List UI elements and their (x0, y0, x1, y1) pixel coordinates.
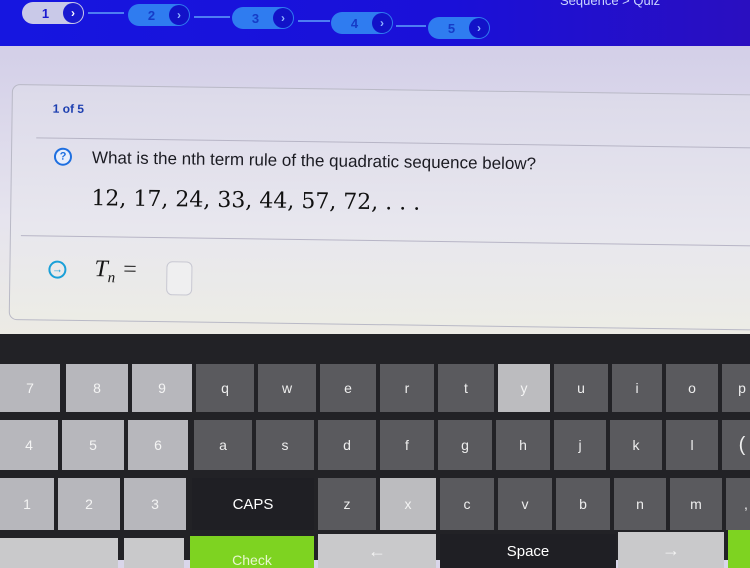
key-j[interactable]: j (554, 420, 606, 470)
key-blank-left[interactable] (0, 538, 118, 568)
caps-lock-key[interactable]: CAPS (192, 478, 314, 530)
key-t[interactable]: t (438, 364, 494, 412)
step-3[interactable]: 3 › (232, 7, 294, 29)
step-5[interactable]: 5 › (428, 17, 490, 39)
space-key[interactable]: Space (440, 534, 616, 568)
answer-label: Tn = (94, 256, 137, 287)
question-prompt: What is the nth term rule of the quadrat… (91, 148, 537, 174)
key-w[interactable]: w (258, 364, 316, 412)
term-symbol: T (94, 256, 108, 283)
key-3[interactable]: 3 (124, 478, 186, 530)
key-s[interactable]: s (256, 420, 314, 470)
key-i[interactable]: i (612, 364, 662, 412)
equals-sign: = (123, 256, 138, 283)
key-u[interactable]: u (554, 364, 608, 412)
key-h[interactable]: h (496, 420, 550, 470)
key-blank[interactable] (124, 538, 184, 568)
step-4[interactable]: 4 › (331, 12, 393, 34)
key-5[interactable]: 5 (62, 420, 124, 470)
key-z[interactable]: z (318, 478, 376, 530)
step-connector (396, 25, 426, 27)
key-x[interactable]: x (380, 478, 436, 530)
key-8[interactable]: 8 (66, 364, 128, 412)
step-number: 2 (147, 7, 156, 23)
key-c[interactable]: c (440, 478, 494, 530)
key-a[interactable]: a (194, 420, 252, 470)
key-g[interactable]: g (438, 420, 492, 470)
key-e[interactable]: e (320, 364, 376, 412)
key-comma[interactable]: , (726, 478, 750, 530)
key-o[interactable]: o (666, 364, 718, 412)
question-stepper: 1 › 2 › 3 › 4 › 5 › (0, 0, 520, 46)
chevron-right-icon: › (372, 13, 392, 33)
key-p[interactable]: p (722, 364, 750, 412)
key-n[interactable]: n (614, 478, 666, 530)
arrow-right-circle-icon: → (48, 260, 67, 279)
divider (36, 137, 750, 149)
arrow-left-key[interactable]: ← (318, 534, 436, 568)
chevron-right-icon: › (273, 8, 293, 28)
key-f[interactable]: f (380, 420, 434, 470)
step-connector (298, 20, 330, 22)
chevron-right-icon: › (63, 3, 83, 23)
step-connector (88, 12, 124, 14)
on-screen-keyboard: 7 8 9 q w e r t y u i o p 4 5 6 a s d f … (0, 334, 750, 568)
submit-key[interactable] (728, 530, 750, 568)
key-6[interactable]: 6 (128, 420, 188, 470)
key-v[interactable]: v (498, 478, 552, 530)
answer-input[interactable] (166, 261, 193, 296)
step-2[interactable]: 2 › (128, 4, 190, 26)
question-circle-icon: ? (53, 147, 73, 166)
key-9[interactable]: 9 (132, 364, 192, 412)
key-1[interactable]: 1 (0, 478, 54, 530)
key-m[interactable]: m (670, 478, 722, 530)
step-connector (194, 16, 230, 18)
key-7[interactable]: 7 (0, 364, 60, 412)
key-k[interactable]: k (610, 420, 662, 470)
key-d[interactable]: d (318, 420, 376, 470)
step-number: 5 (447, 20, 456, 36)
key-l[interactable]: l (666, 420, 718, 470)
divider (20, 235, 750, 247)
step-number: 1 (41, 5, 50, 21)
key-r[interactable]: r (380, 364, 434, 412)
key-4[interactable]: 4 (0, 420, 58, 470)
question-card: 1 of 5 ? What is the nth term rule of th… (8, 84, 750, 331)
question-counter: 1 of 5 (52, 101, 85, 117)
term-subscript: n (107, 270, 116, 287)
step-number: 3 (251, 10, 260, 26)
key-2[interactable]: 2 (58, 478, 120, 530)
key-q[interactable]: q (196, 364, 254, 412)
check-button[interactable]: Check (190, 536, 314, 568)
sequence-terms: 12, 17, 24, 33, 44, 57, 72, . . . (91, 186, 421, 216)
key-y[interactable]: y (498, 364, 550, 412)
breadcrumb[interactable]: Sequence > Quiz (560, 0, 660, 8)
key-b[interactable]: b (556, 478, 610, 530)
chevron-right-icon: › (469, 18, 489, 38)
chevron-right-icon: › (169, 5, 189, 25)
top-bar: 1 › 2 › 3 › 4 › 5 › Sequence > Quiz (0, 0, 750, 46)
step-number: 4 (350, 15, 359, 31)
key-open-paren[interactable]: ( (722, 420, 750, 470)
arrow-right-key[interactable]: → (618, 532, 724, 568)
step-1[interactable]: 1 › (22, 2, 84, 24)
